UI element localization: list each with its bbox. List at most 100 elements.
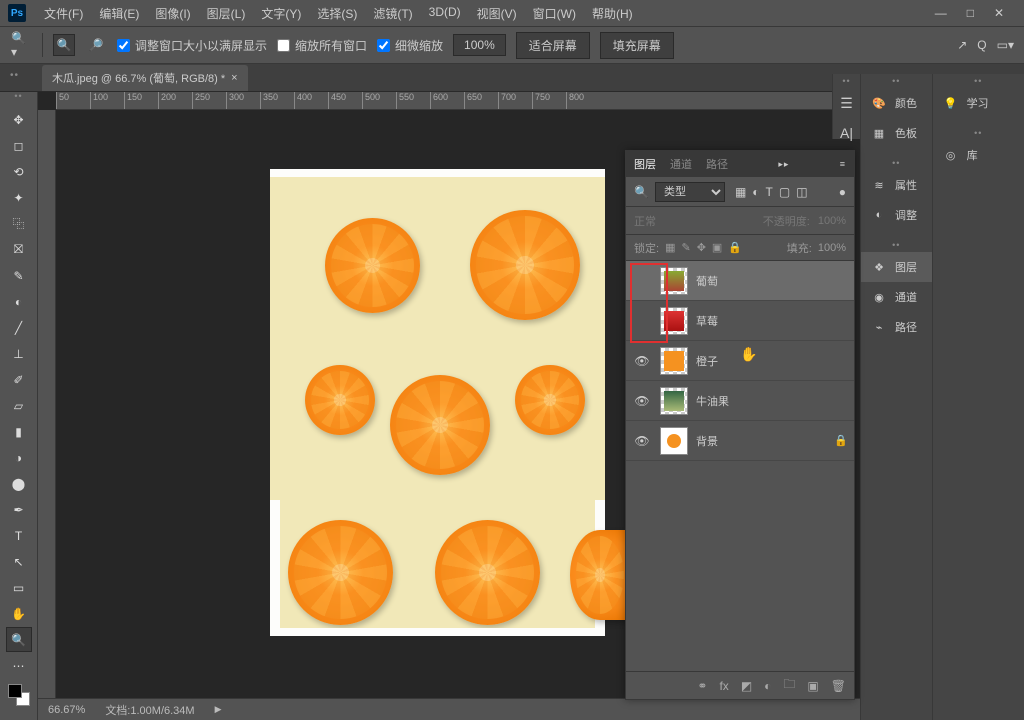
fit-screen-button[interactable]: 适合屏幕 [516,32,590,59]
layer-row[interactable]: 葡萄 [626,261,854,301]
status-zoom[interactable]: 66.67% [48,704,85,716]
panel-channels[interactable]: ◉通道 [861,282,932,312]
layer-thumbnail[interactable] [660,387,688,415]
quick-select-tool[interactable]: ✦ [6,185,32,210]
brush-tool[interactable]: ╱ [6,315,32,340]
layer-thumbnail[interactable] [660,347,688,375]
menu-view[interactable]: 视图(V) [469,1,525,26]
pen-tool[interactable]: ✒ [6,497,32,522]
history-brush-tool[interactable]: ✐ [6,367,32,392]
panel-libraries[interactable]: ◎库 [933,140,1024,170]
stamp-tool[interactable]: ⊥ [6,341,32,366]
layer-row[interactable]: 👁 橙子 [626,341,854,381]
filter-type-select[interactable]: 类型 [655,182,725,202]
layer-thumbnail[interactable] [660,267,688,295]
path-select-tool[interactable]: ↖ [6,549,32,574]
blend-mode-select[interactable]: 正常 [634,213,755,229]
layer-name[interactable]: 牛油果 [696,393,729,409]
layer-name[interactable]: 橙子 [696,353,718,369]
menu-type[interactable]: 文字(Y) [253,1,309,26]
layer-thumbnail[interactable] [660,427,688,455]
filter-type-icon[interactable]: T [766,185,773,199]
character-panel-icon[interactable]: A| [833,118,860,148]
paragraph-panel-icon[interactable]: ☰ [833,88,860,118]
resize-window-checkbox[interactable]: 调整窗口大小以满屏显示 [117,37,267,54]
zoom-tool[interactable]: 🔍 [6,627,32,652]
layer-style-icon[interactable]: fx [719,679,728,693]
menu-help[interactable]: 帮助(H) [584,1,641,26]
maximize-icon[interactable]: □ [967,6,974,20]
dodge-tool[interactable]: ⬤ [6,471,32,496]
crop-tool[interactable]: ⿻ [6,211,32,236]
panel-color[interactable]: 🎨颜色 [861,88,932,118]
menu-file[interactable]: 文件(F) [36,1,91,26]
lock-pixels-icon[interactable]: ✎ [681,241,690,254]
close-icon[interactable]: ✕ [994,6,1004,20]
workspace-icon[interactable]: ▭▾ [997,38,1014,52]
tab-layers[interactable]: 图层 [634,156,656,172]
tab-paths[interactable]: 路径 [706,156,728,172]
filter-smart-icon[interactable]: ◫ [796,185,807,199]
layer-thumbnail[interactable] [660,307,688,335]
shape-tool[interactable]: ▭ [6,575,32,600]
filter-toggle-icon[interactable]: ● [839,185,846,199]
minimize-icon[interactable]: — [935,6,947,20]
visibility-toggle[interactable]: 👁 [632,434,652,448]
opacity-value[interactable]: 100% [818,215,846,227]
layer-name[interactable]: 葡萄 [696,273,718,289]
fill-screen-button[interactable]: 填充屏幕 [600,32,674,59]
panel-collapse-icon[interactable]: ▸▸ [778,159,789,170]
link-layers-icon[interactable]: ⚭ [697,679,707,693]
filter-pixel-icon[interactable]: ▦ [735,185,746,199]
menu-image[interactable]: 图像(I) [147,1,198,26]
document-tab[interactable]: 木瓜.jpeg @ 66.7% (葡萄, RGB/8) * × [42,65,248,91]
panel-learn[interactable]: 💡学习 [933,88,1024,118]
zoom-all-checkbox[interactable]: 缩放所有窗口 [277,37,367,54]
panel-properties[interactable]: ≋属性 [861,170,932,200]
zoom-in-icon[interactable]: 🔍 [53,34,75,56]
tool-preset-icon[interactable]: 🔍▾ [10,34,32,56]
zoom-out-icon[interactable]: 🔎 [85,34,107,56]
menu-window[interactable]: 窗口(W) [525,1,584,26]
tab-close-icon[interactable]: × [231,72,237,84]
panel-menu-icon[interactable]: ≡ [840,159,846,169]
lock-all-icon[interactable]: 🔒 [728,241,742,254]
adjustment-layer-icon[interactable]: ◐ [764,679,771,693]
menu-filter[interactable]: 滤镜(T) [365,1,420,26]
layer-row[interactable]: 👁 牛油果 [626,381,854,421]
visibility-toggle[interactable]: 👁 [632,394,652,408]
menu-layer[interactable]: 图层(L) [199,1,254,26]
scrubby-zoom-checkbox[interactable]: 细微缩放 [377,37,443,54]
panel-paths[interactable]: ⌁路径 [861,312,932,342]
fg-bg-color[interactable] [8,684,30,706]
lasso-tool[interactable]: ⟲ [6,159,32,184]
filter-shape-icon[interactable]: ▢ [779,185,790,199]
filter-adjust-icon[interactable]: ◐ [752,185,759,199]
marquee-tool[interactable]: ◻ [6,133,32,158]
layer-row[interactable]: 草莓 [626,301,854,341]
layer-name[interactable]: 背景 [696,433,718,449]
menu-select[interactable]: 选择(S) [309,1,365,26]
search-icon[interactable]: Q [977,38,986,52]
layer-row[interactable]: 👁 背景 🔒 [626,421,854,461]
status-doc-size[interactable]: 文档:1.00M/6.34M [105,702,194,718]
tab-channels[interactable]: 通道 [670,156,692,172]
menu-3d[interactable]: 3D(D) [421,1,469,26]
visibility-toggle[interactable]: 👁 [632,354,652,368]
layers-panel[interactable]: 图层 通道 路径 ▸▸ ≡ 🔍 类型 ▦ ◐ T ▢ ◫ ● 正常 不透明度: … [625,150,855,700]
edit-toolbar-icon[interactable]: ⋯ [6,653,32,678]
lock-artboard-icon[interactable]: ▣ [712,241,722,254]
frame-tool[interactable]: ⛝ [6,237,32,262]
menu-edit[interactable]: 编辑(E) [91,1,147,26]
layer-mask-icon[interactable]: ◩ [741,679,752,693]
type-tool[interactable]: T [6,523,32,548]
delete-layer-icon[interactable]: 🗑 [831,679,846,693]
fill-value[interactable]: 100% [818,242,846,254]
document-canvas[interactable] [270,170,605,635]
panel-adjust[interactable]: ◐调整 [861,200,932,230]
panel-swatches[interactable]: ▦色板 [861,118,932,148]
healing-tool[interactable]: ◐ [6,289,32,314]
lock-position-icon[interactable]: ✥ [697,241,706,254]
lock-transparent-icon[interactable]: ▦ [665,241,675,254]
gradient-tool[interactable]: ▮ [6,419,32,444]
